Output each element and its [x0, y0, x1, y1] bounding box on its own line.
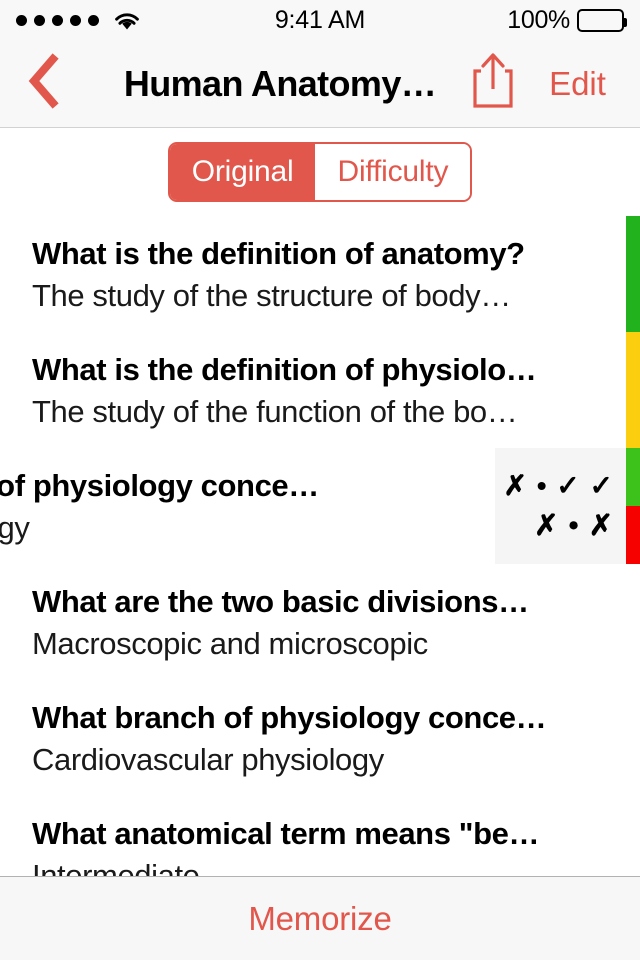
card-answer: Intermediate — [32, 858, 200, 876]
status-bar-right: 100% — [507, 5, 627, 35]
row-content[interactable]: What is the definition of anatomy? The s… — [0, 216, 640, 332]
history-line-2: ✗ • ✗ — [534, 510, 614, 542]
row-content[interactable]: What is the definition of physiolo… The … — [0, 332, 640, 448]
card-answer: The study of the structure of body… — [32, 278, 511, 313]
flashcard-list[interactable]: What is the definition of anatomy? The s… — [0, 216, 640, 876]
status-bar: 9:41 AM 100% — [0, 0, 640, 40]
share-icon — [470, 51, 516, 116]
signal-strength-icon — [16, 14, 99, 26]
battery-icon — [577, 8, 627, 32]
back-button[interactable] — [8, 40, 78, 127]
card-question: What anatomical term means "be… — [32, 816, 540, 851]
card-answer: Cardiovascular physiology — [32, 742, 384, 777]
card-question: What is the definition of anatomy? — [32, 236, 525, 271]
segment-difficulty[interactable]: Difficulty — [315, 144, 471, 200]
table-row-swiped[interactable]: branch of physiology conce… physiology ✗… — [0, 448, 640, 564]
table-row[interactable]: What are the two basic divisions… Macros… — [0, 564, 640, 680]
table-row[interactable]: What branch of physiology conce… Cardiov… — [0, 680, 640, 796]
difficulty-indicator — [626, 332, 640, 448]
row-content[interactable]: What are the two basic divisions… Macros… — [0, 564, 640, 680]
battery-percentage: 100% — [507, 5, 570, 34]
memorize-button[interactable]: Memorize — [248, 900, 391, 938]
share-button[interactable] — [456, 40, 530, 127]
card-question: What branch of physiology conce… — [32, 700, 547, 735]
card-question: What are the two basic divisions… — [32, 584, 529, 619]
segment-original[interactable]: Original — [169, 144, 316, 200]
card-answer: The study of the function of the bo… — [32, 394, 518, 429]
wifi-icon — [112, 9, 142, 31]
table-row[interactable]: What anatomical term means "be… Intermed… — [0, 796, 640, 876]
navigation-bar: Human Anatomy… Edit — [0, 40, 640, 128]
edit-button[interactable]: Edit — [525, 40, 630, 127]
row-content[interactable]: What anatomical term means "be… Intermed… — [0, 796, 640, 876]
segmented-control-container: Original Difficulty — [0, 128, 640, 216]
row-content[interactable]: What branch of physiology conce… Cardiov… — [0, 680, 640, 796]
difficulty-indicator — [626, 448, 640, 564]
sort-segmented-control[interactable]: Original Difficulty — [167, 142, 473, 202]
card-answer: physiology — [0, 510, 30, 545]
page-title: Human Anatomy… — [123, 62, 437, 104]
history-line-1: ✗ • ✓ ✓ — [503, 470, 614, 501]
card-answer: Macroscopic and microscopic — [32, 626, 428, 661]
bottom-toolbar: Memorize — [0, 876, 640, 960]
chevron-left-icon — [26, 53, 60, 114]
difficulty-indicator — [626, 216, 640, 332]
app-screen: 9:41 AM 100% Human Anatomy… Edit Origina… — [0, 0, 640, 960]
status-bar-left — [16, 9, 142, 31]
row-content[interactable]: branch of physiology conce… physiology — [0, 448, 495, 564]
card-question: What is the definition of physiolo… — [32, 352, 537, 387]
table-row[interactable]: What is the definition of anatomy? The s… — [0, 216, 640, 332]
table-row[interactable]: What is the definition of physiolo… The … — [0, 332, 640, 448]
card-question: branch of physiology conce… — [0, 468, 319, 503]
answer-history-panel[interactable]: ✗ • ✓ ✓ ✗ • ✗ — [495, 448, 626, 564]
